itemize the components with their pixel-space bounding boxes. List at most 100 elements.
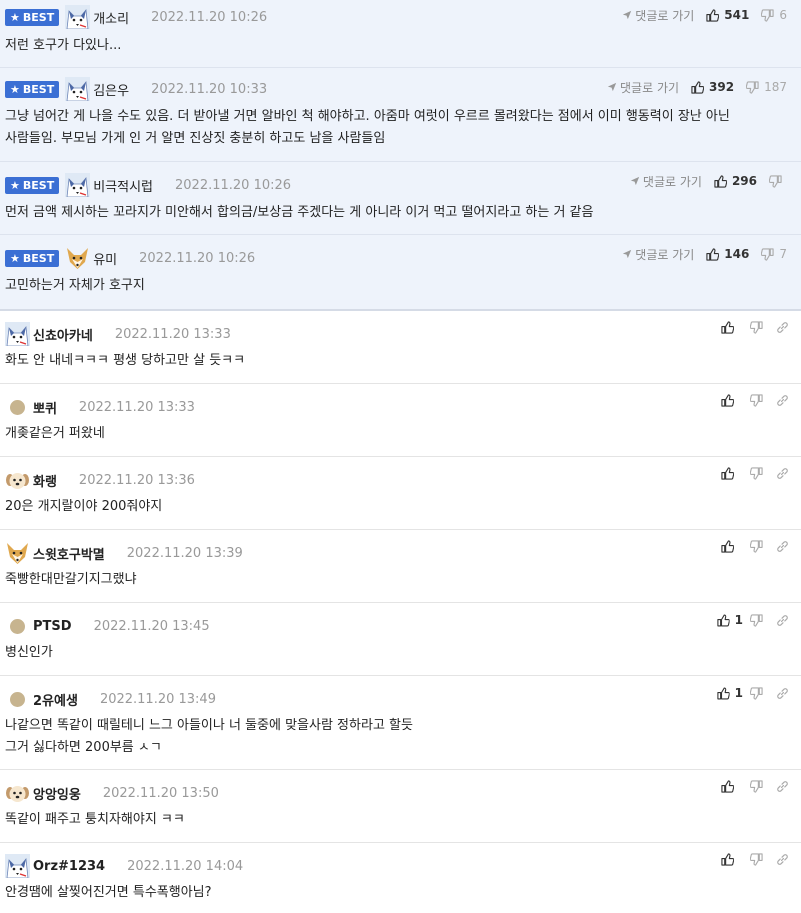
best-badge: ★ BEST bbox=[5, 249, 60, 267]
star-icon: ★ bbox=[10, 251, 20, 265]
comment-header: ★ BEST 비극적시럽 2022.11.20 10:26 bbox=[5, 168, 291, 202]
avatar[interactable] bbox=[10, 618, 25, 634]
comment: 스윗호구박멸 2022.11.20 13:39 죽빵한대만갈기지그랬냐 bbox=[0, 530, 801, 603]
downvote-button[interactable] bbox=[743, 853, 769, 866]
star-icon: ★ bbox=[10, 82, 20, 96]
star-icon: ★ bbox=[10, 10, 20, 24]
avatar[interactable] bbox=[5, 854, 30, 878]
best-badge: ★ BEST bbox=[5, 176, 60, 194]
upvote-button[interactable] bbox=[717, 467, 743, 480]
reply-link[interactable]: 댓글로 가기 bbox=[607, 79, 679, 96]
comment-header: 2유예생 2022.11.20 13:49 bbox=[5, 682, 216, 716]
username[interactable]: 유미 bbox=[93, 249, 117, 268]
share-link-button[interactable] bbox=[769, 853, 795, 866]
comment-line: 그거 싫다하면 200부름 ㅅㄱ bbox=[5, 740, 162, 755]
downvote-button[interactable] bbox=[743, 467, 769, 480]
avatar[interactable] bbox=[5, 468, 30, 492]
username[interactable]: 뽀퀴 bbox=[33, 398, 57, 417]
upvote-button[interactable] bbox=[717, 853, 743, 866]
username[interactable]: 2유예생 bbox=[33, 690, 78, 709]
upvote-button[interactable]: 392 bbox=[691, 80, 734, 94]
thumbs-up-icon bbox=[721, 780, 734, 793]
timestamp: 2022.11.20 14:04 bbox=[127, 858, 244, 874]
comment: 신쵸아카네 2022.11.20 13:33 화도 안 내네ㅋㅋㅋ 평생 당하고… bbox=[0, 311, 801, 384]
reply-link[interactable]: 댓글로 가기 bbox=[622, 246, 694, 263]
share-link-button[interactable] bbox=[769, 687, 795, 700]
downvote-button[interactable] bbox=[743, 540, 769, 553]
share-link-button[interactable] bbox=[769, 540, 795, 553]
username[interactable]: 비극적시럽 bbox=[93, 176, 153, 195]
thumbs-up-icon bbox=[721, 467, 734, 480]
comment-actions: 댓글로 가기 296 bbox=[630, 166, 793, 196]
share-link-button[interactable] bbox=[769, 780, 795, 793]
username[interactable]: 개소리 bbox=[93, 8, 129, 27]
downvote-button[interactable] bbox=[743, 614, 769, 627]
thumbs-up-icon bbox=[714, 175, 727, 188]
share-link-button[interactable] bbox=[769, 394, 795, 407]
link-icon bbox=[776, 780, 789, 793]
comment-actions bbox=[717, 467, 795, 480]
upvote-button[interactable]: 541 bbox=[706, 8, 749, 22]
downvote-button[interactable]: 7 bbox=[761, 247, 787, 261]
comment-header: 뽀퀴 2022.11.20 13:33 bbox=[5, 390, 195, 424]
comment-text: 먼저 금액 제시하는 꼬라지가 미안해서 합의금/보상금 주겠다는 게 아니라 … bbox=[5, 205, 594, 220]
comment-actions bbox=[717, 853, 795, 866]
avatar[interactable] bbox=[10, 691, 25, 707]
avatar[interactable] bbox=[65, 246, 90, 270]
share-link-button[interactable] bbox=[769, 614, 795, 627]
comment: PTSD 2022.11.20 13:45 1 병신인가 bbox=[0, 603, 801, 676]
reply-link[interactable]: 댓글로 가기 bbox=[630, 173, 702, 190]
link-icon bbox=[776, 321, 789, 334]
upvote-button[interactable] bbox=[717, 780, 743, 793]
share-link-button[interactable] bbox=[769, 321, 795, 334]
avatar[interactable] bbox=[65, 5, 90, 29]
username[interactable]: Orz#1234 bbox=[33, 859, 105, 874]
downvote-button[interactable] bbox=[743, 321, 769, 334]
comment-actions: 1 bbox=[717, 613, 795, 627]
share-link-button[interactable] bbox=[769, 467, 795, 480]
upvote-count: 1 bbox=[734, 613, 743, 627]
avatar[interactable] bbox=[5, 541, 30, 565]
thumbs-up-icon bbox=[721, 540, 734, 553]
downvote-button[interactable] bbox=[743, 394, 769, 407]
downvote-button[interactable]: 187 bbox=[746, 80, 787, 94]
upvote-count: 1 bbox=[734, 686, 743, 700]
link-icon bbox=[776, 853, 789, 866]
downvote-button[interactable] bbox=[743, 780, 769, 793]
downvote-button[interactable] bbox=[743, 687, 769, 700]
upvote-button[interactable] bbox=[717, 321, 743, 334]
username[interactable]: 화랭 bbox=[33, 471, 57, 490]
thumbs-down-icon bbox=[750, 540, 763, 553]
username[interactable]: 앙앙잉웅 bbox=[33, 784, 81, 803]
comment-header: 앙앙잉웅 2022.11.20 13:50 bbox=[5, 776, 219, 810]
downvote-button[interactable] bbox=[769, 175, 787, 188]
thumbs-down-icon bbox=[746, 81, 759, 94]
upvote-button[interactable]: 1 bbox=[717, 686, 743, 700]
username[interactable]: 스윗호구박멸 bbox=[33, 544, 105, 563]
upvote-button[interactable]: 1 bbox=[717, 613, 743, 627]
comment-header: 화랭 2022.11.20 13:36 bbox=[5, 463, 195, 497]
upvote-button[interactable] bbox=[717, 540, 743, 553]
comment-line: 사람들임. 부모님 가게 인 거 알면 진상짓 충분히 하고도 남을 사람들임 bbox=[5, 131, 386, 146]
comment-actions: 1 bbox=[717, 686, 795, 700]
avatar[interactable] bbox=[5, 781, 30, 805]
thumbs-down-icon bbox=[750, 321, 763, 334]
arrow-icon bbox=[622, 249, 632, 259]
avatar[interactable] bbox=[10, 399, 25, 415]
downvote-button[interactable]: 6 bbox=[761, 8, 787, 22]
upvote-count: 541 bbox=[724, 8, 750, 22]
avatar[interactable] bbox=[65, 77, 90, 101]
upvote-button[interactable]: 296 bbox=[714, 174, 757, 188]
upvote-button[interactable]: 146 bbox=[706, 247, 749, 261]
upvote-button[interactable] bbox=[717, 394, 743, 407]
thumbs-down-icon bbox=[750, 614, 763, 627]
username[interactable]: 신쵸아카네 bbox=[33, 325, 93, 344]
best-badge: ★ BEST bbox=[5, 80, 60, 98]
best-badge: ★ BEST bbox=[5, 8, 60, 26]
comment-text: 고민하는거 자체가 호구지 bbox=[5, 278, 145, 293]
username[interactable]: 김은우 bbox=[93, 80, 129, 99]
reply-link[interactable]: 댓글로 가기 bbox=[622, 7, 694, 24]
avatar[interactable] bbox=[65, 173, 90, 197]
username[interactable]: PTSD bbox=[33, 619, 72, 634]
avatar[interactable] bbox=[5, 322, 30, 346]
